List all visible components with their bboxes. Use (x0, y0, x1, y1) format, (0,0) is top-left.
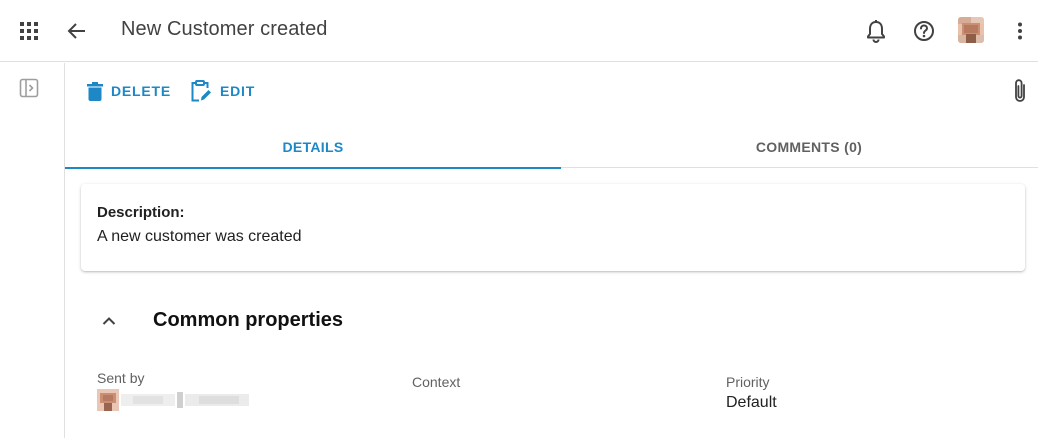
tab-comments[interactable]: COMMENTS (0) (561, 125, 1038, 168)
delete-button[interactable]: DELETE (87, 79, 171, 103)
edit-button[interactable]: EDIT (190, 79, 255, 103)
chevron-up-icon[interactable] (97, 309, 121, 333)
sender-avatar (97, 389, 119, 411)
description-label: Description: (97, 204, 185, 221)
section-title: Common properties (153, 309, 344, 331)
description-card: Description: A new customer was created (81, 184, 1025, 271)
context-label: Context (412, 374, 461, 390)
edit-button-label: EDIT (220, 83, 256, 99)
sent-by-label: Sent by (97, 370, 145, 386)
apps-grid-icon[interactable] (16, 18, 42, 44)
property-sent-by: Sent by (97, 370, 249, 411)
help-circle-icon[interactable] (910, 17, 938, 45)
trash-icon (87, 81, 103, 101)
sidebar-panel-icon[interactable] (18, 77, 40, 99)
paperclip-icon[interactable] (1007, 77, 1033, 105)
property-priority: Priority Default (726, 374, 777, 412)
priority-value: Default (726, 394, 777, 411)
tab-details[interactable]: DETAILS (65, 125, 561, 169)
delete-button-label: DELETE (111, 83, 172, 99)
priority-label: Priority (726, 374, 770, 390)
bell-icon[interactable] (862, 17, 890, 45)
clipboard-edit-icon (191, 80, 211, 102)
top-app-bar: New Customer created (0, 0, 1038, 62)
tab-bar: DETAILS COMMENTS (0) (65, 125, 1038, 169)
avatar[interactable] (958, 17, 984, 43)
property-context: Context (412, 374, 460, 394)
side-rail (0, 63, 65, 438)
page-title: New Customer created (121, 18, 328, 40)
sent-by-user[interactable] (97, 389, 249, 411)
arrow-left-icon[interactable] (64, 18, 90, 44)
sender-name-redacted (121, 392, 249, 408)
more-vertical-icon[interactable] (1008, 17, 1032, 45)
description-text: A new customer was created (97, 228, 302, 245)
main-content: DELETE EDIT DETAILS COMMENTS (0) Descrip… (65, 63, 1038, 438)
